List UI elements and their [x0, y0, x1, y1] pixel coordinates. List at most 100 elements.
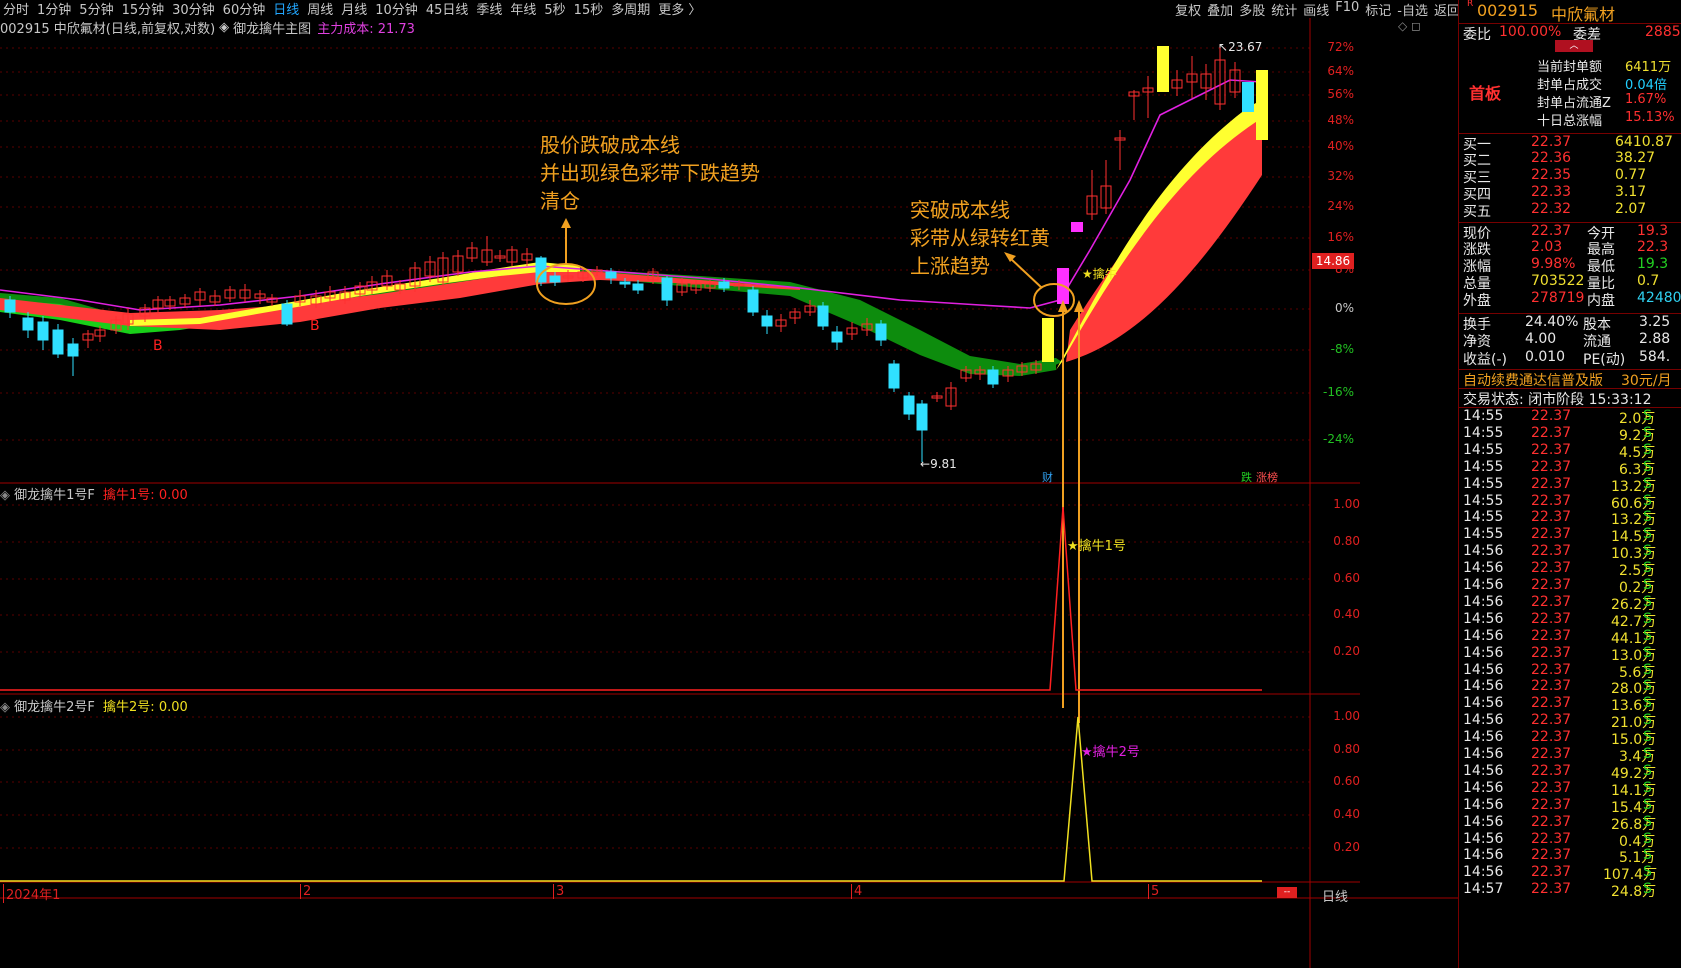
sub2-title-row: ◈ 御龙擒牛2号F 擒牛2号: 0.00	[0, 696, 188, 715]
tick-side: S	[1643, 458, 1652, 475]
timeframe-tab[interactable]: 更多 〉	[658, 0, 701, 18]
timeframe-tab[interactable]: 15分钟	[122, 0, 165, 18]
price-axis-label: -24%	[1322, 432, 1354, 446]
time-axis-label: 4	[851, 884, 862, 899]
price-axis-label: -16%	[1322, 385, 1354, 399]
timeframe-tab[interactable]: 季线	[476, 0, 502, 18]
timeframe-tab[interactable]: 5秒	[544, 0, 565, 18]
toolbar-button[interactable]: -自选	[1397, 0, 1428, 19]
sub1-marker: ★擒牛1号	[1067, 539, 1126, 554]
tick-row: 14:56 22.37 26.2万 S	[1459, 593, 1681, 613]
tick-row: 14:57 22.37 24.8万 S	[1459, 881, 1681, 900]
tick-side: S	[1643, 712, 1652, 729]
timeframe-tab[interactable]: 10分钟	[375, 0, 418, 18]
tick-time: 14:56	[1463, 577, 1504, 593]
toolbar-button[interactable]: 统计	[1271, 0, 1297, 19]
sub-axis-label: 0.20	[1333, 840, 1360, 854]
toolbar-button[interactable]: 叠加	[1207, 0, 1233, 19]
promo-text[interactable]: 自动续费通达信普及版	[1463, 370, 1603, 390]
timeframe-tab[interactable]: 60分钟	[223, 0, 266, 18]
period-tab[interactable]: 日线	[1322, 886, 1348, 905]
stat-label: PE(动)	[1583, 352, 1626, 368]
tick-time: 14:56	[1463, 678, 1504, 695]
tick-side: S	[1643, 560, 1652, 577]
sub2-title[interactable]: 御龙擒牛2号F	[14, 700, 95, 715]
timeframe-tab[interactable]: 多周期	[611, 0, 650, 18]
bid-volume: 2.07	[1615, 201, 1647, 217]
timeframe-tab[interactable]: 月线	[341, 0, 367, 18]
bid-row[interactable]: 买三 22.35 0.77	[1459, 167, 1681, 186]
candle-body	[875, 323, 887, 341]
tick-side: S	[1643, 779, 1652, 796]
seal-label: 封单占成交	[1537, 78, 1603, 93]
tick-row: 14:55 22.37 13.2万 S	[1459, 509, 1681, 528]
toolbar-button[interactable]: 返回	[1434, 0, 1460, 19]
tick-price: 22.37	[1531, 864, 1572, 881]
stat-value: 3.25	[1639, 314, 1671, 330]
tick-side: S	[1643, 864, 1652, 881]
timeframe-tab[interactable]: 分时	[3, 0, 29, 18]
sub2-value: 擒牛2号: 0.00	[103, 700, 188, 715]
timeframe-tab[interactable]: 30分钟	[172, 0, 215, 18]
bid-row[interactable]: 买四 22.33 3.17	[1459, 184, 1681, 203]
signal-candle	[1157, 46, 1169, 92]
sub-axis-label: 1.00	[1333, 709, 1360, 723]
timeframe-tab[interactable]: 45日线	[426, 0, 469, 18]
seal-row: 封单占流通Z 1.67%	[1459, 92, 1681, 111]
tick-price: 22.37	[1531, 543, 1572, 560]
scroll-marker[interactable]: --	[1277, 887, 1297, 898]
toolbar-button[interactable]: 多股	[1239, 0, 1265, 19]
stat-value: 2.88	[1639, 331, 1671, 347]
tick-side: S	[1643, 593, 1652, 610]
tick-row: 14:56 22.37 5.6万 S	[1459, 662, 1681, 681]
tick-time: 14:56	[1463, 762, 1504, 779]
tick-price: 22.37	[1531, 577, 1572, 593]
tick-time: 14:55	[1463, 509, 1504, 526]
bid-volume: 0.77	[1615, 167, 1647, 183]
die-marker: 跌	[1241, 471, 1252, 484]
toolbar-button[interactable]: 标记	[1365, 0, 1391, 19]
quote-value: 22.3	[1637, 239, 1669, 255]
timeframe-tab[interactable]: 1分钟	[37, 0, 71, 18]
stat-value: 24.40%	[1525, 314, 1579, 330]
timeframe-tab[interactable]: 日线	[273, 0, 299, 18]
sub-axis-label: 1.00	[1333, 497, 1360, 511]
red-rising-ribbon	[1066, 110, 1262, 362]
tick-row: 14:55 22.37 6.3万 S	[1459, 458, 1681, 478]
toolbar-button[interactable]: 复权	[1175, 0, 1201, 19]
bid-row[interactable]: 买五 22.32 2.07	[1459, 201, 1681, 220]
promo-price[interactable]: 30元/月	[1621, 370, 1672, 390]
collapse-icon[interactable]: ︿	[1555, 40, 1593, 52]
sub1-title[interactable]: 御龙擒牛1号F	[14, 488, 95, 503]
tick-time: 14:56	[1463, 830, 1504, 847]
panel-menu-icon[interactable]: ◈	[0, 700, 10, 715]
timeframe-tab[interactable]: 年线	[510, 0, 536, 18]
price-axis-label: 64%	[1327, 64, 1354, 78]
stat-label: 净资	[1463, 334, 1491, 350]
tick-time: 14:56	[1463, 746, 1504, 762]
tick-time: 14:56	[1463, 695, 1504, 712]
toolbar-button[interactable]: F10	[1335, 0, 1359, 19]
quote-value: 278719	[1531, 290, 1585, 306]
trade-status: 交易状态: 闭市阶段 15:33:12	[1463, 392, 1652, 408]
signal-candle	[1042, 318, 1054, 362]
toolbar-button[interactable]: 画线	[1303, 0, 1329, 19]
annotation-line: 彩带从绿转红黄	[910, 226, 1050, 250]
tick-time: 14:56	[1463, 864, 1504, 881]
price-axis-label: 0%	[1334, 301, 1354, 315]
panel-menu-icon[interactable]: ◈	[0, 488, 10, 503]
timeframe-tab[interactable]: 5分钟	[79, 0, 113, 18]
tick-time: 14:55	[1463, 408, 1504, 424]
timeframe-tab[interactable]: 15秒	[574, 0, 604, 18]
tick-time: 14:55	[1463, 475, 1504, 492]
timeframe-tab[interactable]: 周线	[307, 0, 333, 18]
tick-price: 22.37	[1531, 509, 1572, 526]
candle-body	[67, 343, 79, 357]
tick-row: 14:56 22.37 14.1万 S	[1459, 779, 1681, 799]
candle-body	[817, 305, 829, 327]
promo-row[interactable]: 自动续费通达信普及版 30元/月	[1459, 369, 1681, 390]
bid-row[interactable]: 买二 22.36 38.27	[1459, 150, 1681, 169]
tick-row: 14:56 22.37 26.8万 S	[1459, 814, 1681, 833]
tick-row: 14:56 22.37 49.2万 S	[1459, 762, 1681, 782]
tick-side: S	[1643, 729, 1652, 746]
